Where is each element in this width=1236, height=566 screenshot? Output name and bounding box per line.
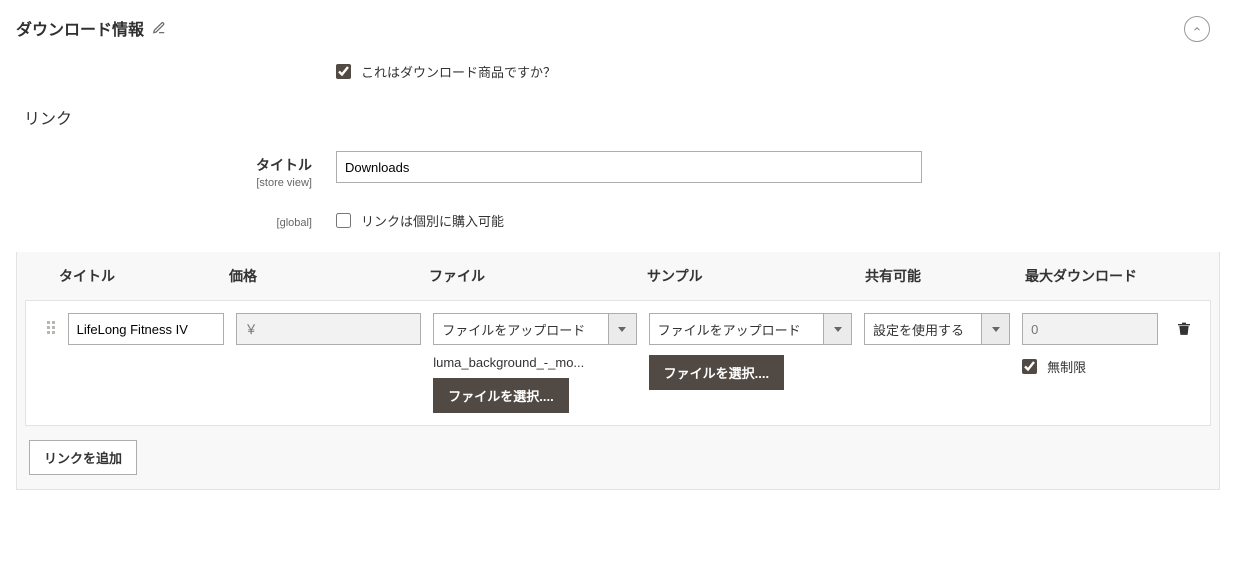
is-downloadable-checkbox[interactable] xyxy=(336,64,351,79)
col-file-head: ファイル xyxy=(429,266,647,286)
links-heading: リンク xyxy=(24,105,1220,129)
max-downloads-input xyxy=(1022,313,1158,345)
add-link-button[interactable]: リンクを追加 xyxy=(29,440,137,475)
drag-handle-icon xyxy=(47,321,59,339)
links-title-scope: [store view] xyxy=(16,177,312,189)
purchasable-field: リンクは個別に購入可能 xyxy=(336,211,1220,230)
col-title-head: タイトル xyxy=(59,266,229,286)
links-title-row: タイトル [store view] xyxy=(16,151,1220,189)
row-title-input[interactable] xyxy=(68,313,224,345)
spacer xyxy=(16,62,312,66)
chevron-down-icon xyxy=(618,327,626,332)
col-sample-head: サンプル xyxy=(647,266,865,286)
collapse-button[interactable] xyxy=(1184,16,1210,42)
table-row: ファイルをアップロード luma_background_-_mo... ファイル… xyxy=(25,300,1211,426)
row-file-cell: ファイルをアップロード luma_background_-_mo... ファイル… xyxy=(433,313,648,413)
file-mode-select[interactable]: ファイルをアップロード xyxy=(433,313,636,345)
sample-choose-button[interactable]: ファイルを選択.... xyxy=(649,355,784,390)
row-sample-cell: ファイルをアップロード ファイルを選択.... xyxy=(649,313,864,390)
trash-icon[interactable] xyxy=(1176,319,1192,337)
unlimited-checkbox[interactable] xyxy=(1022,359,1037,374)
links-title-field xyxy=(336,151,1220,183)
is-downloadable-label: これはダウンロード商品ですか？ xyxy=(361,62,556,81)
chevron-up-icon xyxy=(1192,24,1202,34)
downloadable-row: これはダウンロード商品ですか？ xyxy=(16,62,1220,81)
grid-header: タイトル 価格 ファイル サンプル 共有可能 最大ダウンロード xyxy=(17,252,1219,300)
row-price-input xyxy=(236,313,422,345)
col-handle-head xyxy=(29,266,59,286)
file-mode-label: ファイルをアップロード xyxy=(433,313,608,345)
section-title-wrap: ダウンロード情報 xyxy=(16,16,166,40)
row-delete-cell xyxy=(1170,313,1198,337)
links-grid: タイトル 価格 ファイル サンプル 共有可能 最大ダウンロード ファイルをアップ… xyxy=(16,252,1220,490)
links-title-label: タイトル xyxy=(16,155,312,175)
links-title-label-col: タイトル [store view] xyxy=(16,151,312,189)
share-arrow[interactable] xyxy=(982,313,1010,345)
col-del-head xyxy=(1175,266,1203,286)
section-header: ダウンロード情報 xyxy=(16,10,1220,62)
downloadable-field: これはダウンロード商品ですか？ xyxy=(336,62,1220,81)
file-choose-button[interactable]: ファイルを選択.... xyxy=(433,378,568,413)
purchasable-row: [global] リンクは個別に購入可能 xyxy=(16,211,1220,230)
chevron-down-icon xyxy=(992,327,1000,332)
sample-mode-select[interactable]: ファイルをアップロード xyxy=(649,313,852,345)
unlimited-label: 無制限 xyxy=(1047,357,1086,376)
col-max-head: 最大ダウンロード xyxy=(1025,266,1175,286)
chevron-down-icon xyxy=(834,327,842,332)
row-share-cell: 設定を使用する xyxy=(864,313,1022,345)
links-title-input[interactable] xyxy=(336,151,922,183)
share-label: 設定を使用する xyxy=(864,313,982,345)
section-title: ダウンロード情報 xyxy=(16,16,144,40)
share-select[interactable]: 設定を使用する xyxy=(864,313,1010,345)
file-name-text: luma_background_-_mo... xyxy=(433,355,623,370)
links-purchasable-label: リンクは個別に購入可能 xyxy=(361,211,504,230)
col-price-head: 価格 xyxy=(229,266,429,286)
file-mode-arrow[interactable] xyxy=(609,313,637,345)
row-price-cell xyxy=(236,313,434,345)
purchasable-scope: [global] xyxy=(16,217,312,229)
row-handle[interactable] xyxy=(38,313,68,339)
links-purchasable-checkbox[interactable] xyxy=(336,213,351,228)
sample-mode-label: ファイルをアップロード xyxy=(649,313,824,345)
row-title-cell xyxy=(68,313,236,345)
row-max-cell: 無制限 xyxy=(1022,313,1170,376)
sample-mode-arrow[interactable] xyxy=(824,313,852,345)
downloadable-block: これはダウンロード商品ですか？ xyxy=(16,62,1220,81)
unlimited-wrap: 無制限 xyxy=(1022,357,1158,376)
grid-footer: リンクを追加 xyxy=(17,426,1219,489)
purchasable-label-col: [global] xyxy=(16,211,312,229)
col-share-head: 共有可能 xyxy=(865,266,1025,286)
pencil-icon[interactable] xyxy=(152,21,166,35)
